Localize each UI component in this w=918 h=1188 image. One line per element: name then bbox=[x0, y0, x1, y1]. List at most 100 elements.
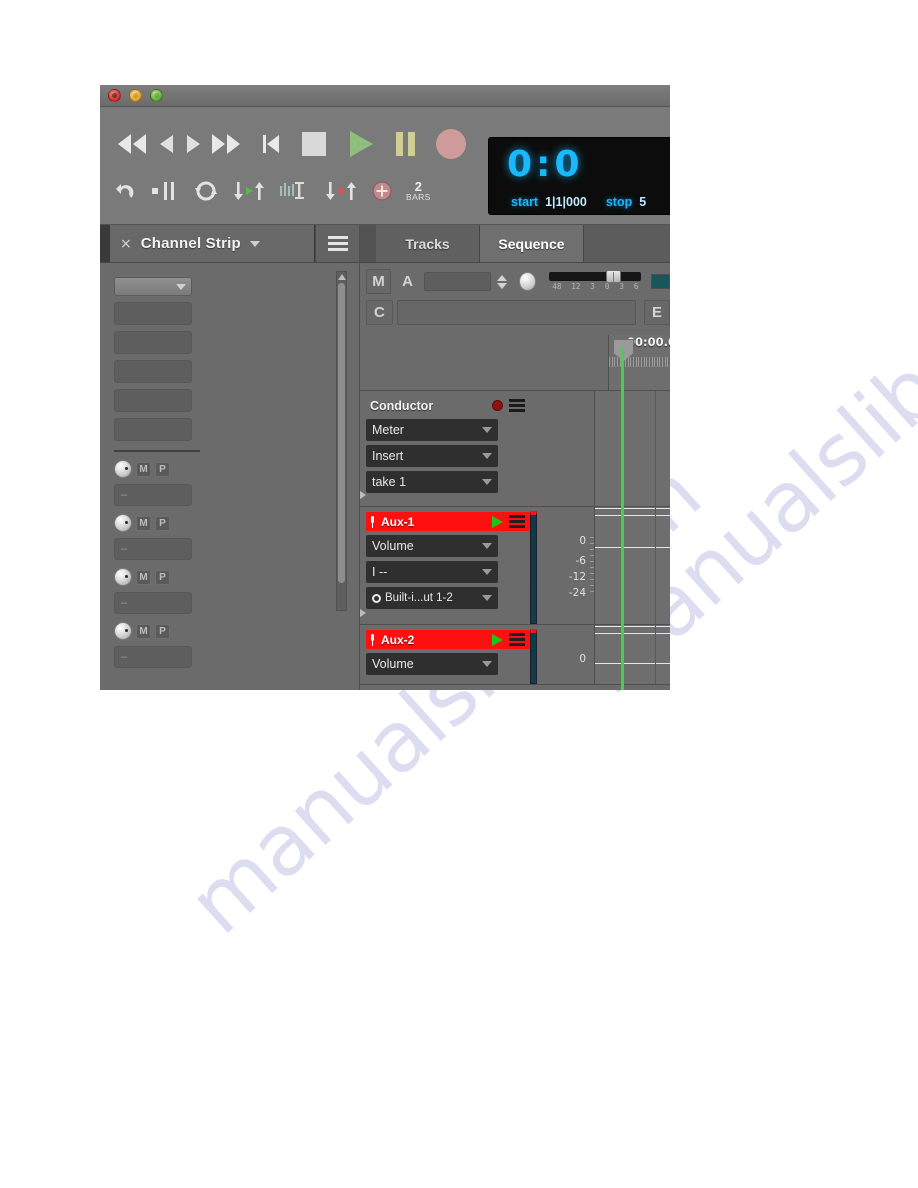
window-close-icon[interactable] bbox=[108, 89, 121, 102]
insert-slot[interactable] bbox=[114, 418, 192, 441]
play-icon[interactable] bbox=[492, 515, 503, 528]
record-enable-icon[interactable] bbox=[492, 400, 503, 411]
panel-left-gutter bbox=[100, 225, 110, 262]
send-knob[interactable] bbox=[114, 622, 132, 640]
chevron-down-icon[interactable] bbox=[482, 543, 492, 549]
chevron-down-icon[interactable] bbox=[482, 453, 492, 459]
automation-line bbox=[595, 508, 670, 509]
comment-field[interactable] bbox=[396, 300, 637, 325]
scrollbar-thumb[interactable] bbox=[338, 283, 345, 583]
record-button[interactable] bbox=[434, 127, 468, 161]
track-header-conductor[interactable]: Conductor Meter Insert take 1 bbox=[360, 391, 530, 506]
send-knob[interactable] bbox=[114, 514, 132, 532]
comment-toggle-button[interactable]: C bbox=[366, 300, 393, 325]
record-punch-button[interactable] bbox=[324, 180, 358, 202]
pre-button[interactable]: P bbox=[155, 569, 170, 585]
chevron-down-icon[interactable] bbox=[482, 427, 492, 433]
automation-value-field[interactable] bbox=[424, 272, 491, 291]
play-icon[interactable] bbox=[492, 633, 503, 646]
track-lane[interactable] bbox=[594, 625, 670, 684]
pre-button[interactable]: P bbox=[155, 623, 170, 639]
track-lane[interactable] bbox=[594, 507, 670, 624]
stop-pause-button[interactable] bbox=[150, 180, 180, 202]
insert-slot[interactable] bbox=[114, 360, 192, 383]
scale-label: 0 bbox=[579, 535, 586, 547]
track-menu-icon[interactable] bbox=[509, 399, 525, 412]
track-param-output[interactable]: Built-i...ut 1-2 bbox=[366, 587, 498, 609]
track-menu-icon[interactable] bbox=[509, 515, 525, 528]
channel-strip-preset-select[interactable] bbox=[114, 277, 192, 296]
stepper-up-icon[interactable] bbox=[496, 274, 507, 281]
track-param-volume[interactable]: Volume bbox=[366, 535, 498, 557]
window-maximize-icon[interactable] bbox=[150, 89, 163, 102]
chevron-down-icon[interactable] bbox=[249, 240, 260, 247]
tab-channel-strip[interactable]: × Channel Strip bbox=[110, 225, 315, 262]
mute-button[interactable]: M bbox=[136, 461, 151, 477]
volume-slider[interactable]: 48 12 3 0 3 6 bbox=[549, 270, 642, 291]
track-param-insert[interactable]: Insert bbox=[366, 445, 498, 467]
track-param-volume[interactable]: Volume bbox=[366, 653, 498, 675]
track-param-take[interactable]: take 1 bbox=[366, 471, 498, 493]
close-icon[interactable]: × bbox=[120, 237, 132, 251]
track-menu-icon[interactable] bbox=[509, 633, 525, 646]
return-to-zero-button[interactable] bbox=[258, 130, 284, 158]
chevron-down-icon[interactable] bbox=[482, 569, 492, 575]
expand-arrow-icon[interactable] bbox=[360, 609, 366, 617]
mute-button[interactable]: M bbox=[136, 623, 151, 639]
tab-sequence[interactable]: Sequence bbox=[480, 225, 584, 262]
automation-stepper[interactable] bbox=[496, 274, 507, 289]
transport-lcd-display[interactable]: 0:0 start 1|1|000 stop 5 bbox=[488, 137, 670, 215]
rewind-button[interactable] bbox=[114, 130, 152, 158]
undo-button[interactable] bbox=[114, 180, 138, 202]
send-knob[interactable] bbox=[114, 460, 132, 478]
step-back-button[interactable] bbox=[156, 130, 178, 158]
mute-button[interactable]: M bbox=[136, 515, 151, 531]
volume-slider-thumb[interactable] bbox=[606, 270, 622, 283]
send-level-field[interactable]: – bbox=[114, 484, 192, 506]
mute-button[interactable]: M bbox=[136, 569, 151, 585]
send-knob[interactable] bbox=[114, 568, 132, 586]
chevron-down-icon[interactable] bbox=[482, 661, 492, 667]
pre-button[interactable]: P bbox=[155, 461, 170, 477]
fast-forward-button[interactable] bbox=[208, 130, 246, 158]
insert-slot[interactable] bbox=[114, 389, 192, 412]
track-param-input[interactable]: I -- bbox=[366, 561, 498, 583]
track-param-meter[interactable]: Meter bbox=[366, 419, 498, 441]
count-off-button[interactable]: 2 BARS bbox=[406, 180, 431, 202]
pause-button[interactable] bbox=[392, 128, 420, 160]
loop-button[interactable] bbox=[192, 180, 220, 202]
stop-button[interactable] bbox=[298, 128, 330, 160]
pre-button[interactable]: P bbox=[155, 515, 170, 531]
click-metronome-button[interactable] bbox=[278, 180, 312, 202]
track-header-aux-1[interactable]: Aux-1 Volume I -- Built-i...ut 1-2 bbox=[360, 507, 530, 624]
channel-strip-scrollbar[interactable] bbox=[336, 271, 347, 611]
chevron-down-icon[interactable] bbox=[482, 479, 492, 485]
param-label: take 1 bbox=[372, 475, 407, 489]
channel-row: M P – bbox=[114, 620, 359, 668]
track-lane[interactable] bbox=[594, 391, 670, 506]
channel-strip-menu-button[interactable] bbox=[315, 225, 359, 262]
volume-slider-track[interactable] bbox=[549, 270, 642, 283]
send-level-field[interactable]: – bbox=[114, 592, 192, 614]
step-forward-button[interactable] bbox=[182, 130, 204, 158]
send-level-field[interactable]: – bbox=[114, 646, 192, 668]
play-button[interactable] bbox=[344, 128, 378, 160]
ruler-area[interactable]: 00:00.00 bbox=[608, 335, 670, 390]
send-level-field[interactable]: – bbox=[114, 538, 192, 560]
output-circle-icon bbox=[372, 593, 381, 603]
scroll-up-arrow-icon[interactable] bbox=[337, 274, 346, 280]
insert-slot[interactable] bbox=[114, 331, 192, 354]
insert-slot[interactable] bbox=[114, 302, 192, 325]
chevron-down-icon[interactable] bbox=[482, 595, 492, 601]
pan-knob[interactable] bbox=[518, 272, 537, 291]
punch-in-out-button[interactable] bbox=[232, 180, 266, 202]
edit-button[interactable]: E bbox=[644, 300, 670, 325]
track-header-aux-2[interactable]: Aux-2 Volume bbox=[360, 625, 530, 684]
stepper-down-icon[interactable] bbox=[496, 282, 507, 289]
param-label: Volume bbox=[372, 539, 414, 553]
tab-tracks[interactable]: Tracks bbox=[376, 225, 480, 262]
expand-arrow-icon[interactable] bbox=[360, 491, 366, 499]
window-minimize-icon[interactable] bbox=[129, 89, 142, 102]
add-button[interactable] bbox=[370, 179, 394, 203]
mute-toggle-button[interactable]: M bbox=[366, 269, 392, 294]
